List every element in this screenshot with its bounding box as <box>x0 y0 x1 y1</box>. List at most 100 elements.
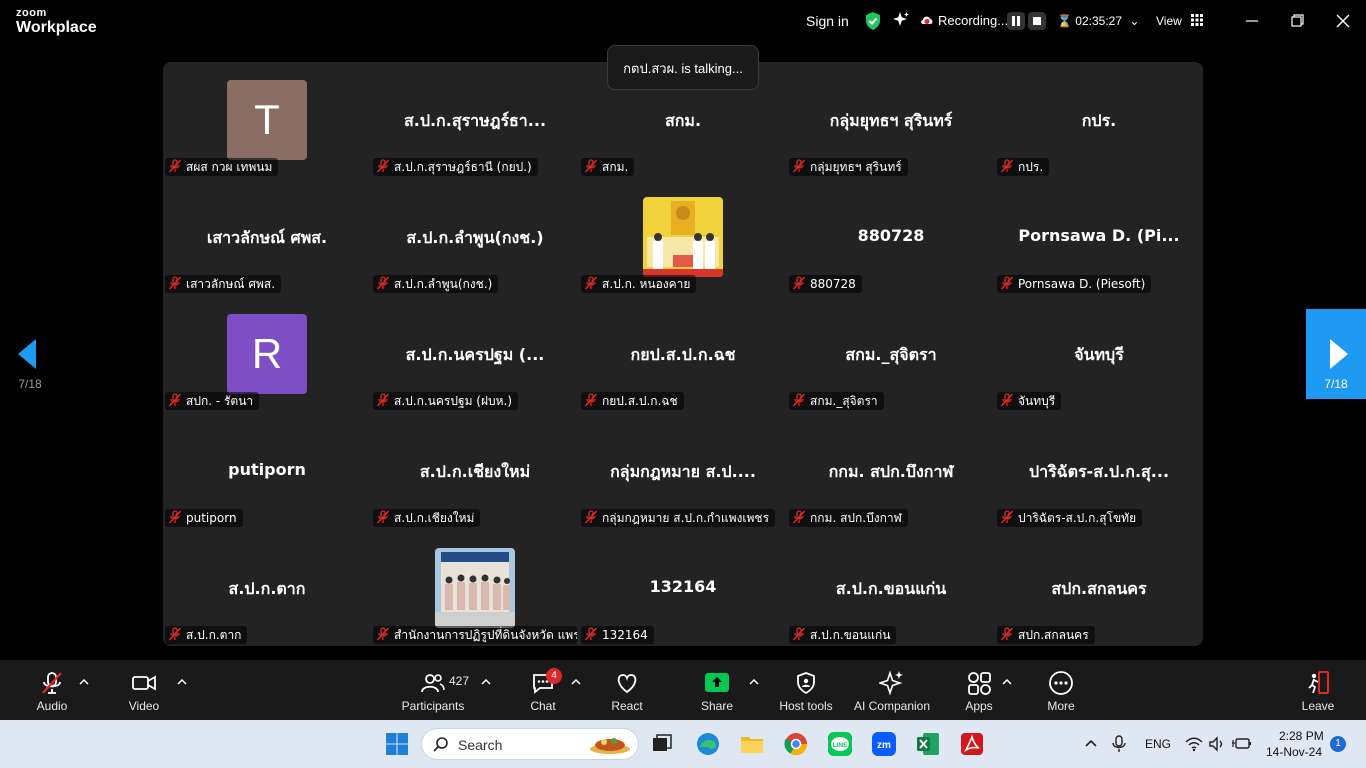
participant-tile[interactable]: ส.ป.ก. หนองคาย <box>579 179 787 296</box>
participant-name-label: putiporn <box>165 509 243 527</box>
ai-companion-button[interactable]: AI Companion <box>849 660 935 720</box>
apps-button[interactable]: Apps <box>954 660 1004 720</box>
search-placeholder: Search <box>458 737 503 753</box>
leave-button[interactable]: Leave <box>1293 660 1343 720</box>
close-icon[interactable] <box>1331 10 1355 32</box>
chat-options-chevron-icon[interactable] <box>570 676 582 688</box>
chat-button[interactable]: Chat <box>518 660 568 720</box>
sign-in-link[interactable]: Sign in <box>806 12 849 30</box>
mic-muted-icon <box>584 627 598 641</box>
zoom-app-icon[interactable]: zm <box>870 730 898 758</box>
meeting-timer[interactable]: ⌛ 02:35:27 ⌄ <box>1057 12 1139 30</box>
task-view-icon[interactable] <box>648 730 676 758</box>
input-language[interactable]: ENG <box>1145 737 1171 751</box>
page-indicator-left: 7/18 <box>18 377 42 391</box>
participant-tile[interactable]: เสาวลักษณ์ ศพส. เสาวลักษณ์ ศพส. <box>163 179 371 296</box>
next-page-button[interactable]: 7/18 <box>1306 309 1366 399</box>
participant-name-label: สำนักงานการปฏิรูปที่ดินจังหวัด แพร่ <box>373 626 577 644</box>
participant-tile[interactable]: กกม. สปก.บึงกาฬ กกม. สปก.บึงกาฬ <box>787 413 995 530</box>
acrobat-reader-icon[interactable] <box>958 730 986 758</box>
recording-status[interactable]: Recording... <box>938 12 1008 30</box>
restore-icon[interactable] <box>1285 10 1309 32</box>
taskbar-search-box[interactable]: Search <box>421 728 639 760</box>
video-button[interactable]: Video <box>119 660 169 720</box>
participant-name-text: กลุ่มกฎหมาย ส.ป.ก.กำแพงเพชร <box>602 511 770 525</box>
react-button[interactable]: React <box>602 660 652 720</box>
participant-tile[interactable]: T สผส กวผ เทพนม <box>163 62 371 179</box>
clock-date[interactable]: 14-Nov-24 <box>1266 745 1322 759</box>
arrow-right-icon <box>1330 339 1348 369</box>
participant-tile[interactable]: กปร. กปร. <box>995 62 1203 179</box>
windows-start-icon[interactable] <box>383 730 411 758</box>
participant-profile-photo <box>643 197 723 277</box>
edge-browser-icon[interactable] <box>694 730 722 758</box>
shield-check-icon[interactable] <box>864 11 882 31</box>
more-dots-icon <box>1049 671 1073 695</box>
pause-recording-button[interactable] <box>1007 12 1025 30</box>
participant-display-name: ส.ป.ก.ลำพูน(กงช.) <box>406 228 544 247</box>
participant-tile[interactable]: สกม._สุจิตรา สกม._สุจิตรา <box>787 296 995 413</box>
video-camera-icon <box>132 675 156 691</box>
stop-recording-button[interactable] <box>1028 12 1046 30</box>
participant-tile[interactable]: กยป.ส.ป.ก.ฉช กยป.ส.ป.ก.ฉช <box>579 296 787 413</box>
participant-name-text: สกม. <box>602 160 629 174</box>
ai-sparkle-icon[interactable] <box>892 11 910 29</box>
participant-name-text: เสาวลักษณ์ ศพส. <box>186 277 276 291</box>
participant-tile[interactable]: สำนักงานการปฏิรูปที่ดินจังหวัด แพร่ <box>371 530 579 646</box>
audio-button[interactable]: Audio <box>27 660 77 720</box>
apps-options-chevron-icon[interactable] <box>1001 676 1013 688</box>
mic-muted-icon <box>584 510 598 524</box>
participant-tile[interactable]: ส.ป.ก.ตาก ส.ป.ก.ตาก <box>163 530 371 646</box>
more-label: More <box>1047 699 1075 713</box>
title-bar: zoom Workplace Sign in Recording... ⌛ 02… <box>0 0 1366 44</box>
participant-display-name: กกม. สปก.บึงกาฬ <box>828 462 954 481</box>
participant-tile[interactable]: putiporn putiporn <box>163 413 371 530</box>
show-hidden-icons-chevron-icon[interactable] <box>1084 737 1098 751</box>
participant-tile[interactable]: ส.ป.ก.ขอนแก่น ส.ป.ก.ขอนแก่น <box>787 530 995 646</box>
participant-tile[interactable]: กลุ่มยุทธฯ สุรินทร์ กลุ่มยุทธฯ สุรินทร์ <box>787 62 995 179</box>
host-tools-button[interactable]: Host tools <box>772 660 840 720</box>
participant-name-text: สปก.สกลนคร <box>1018 628 1089 642</box>
participant-tile[interactable]: ส.ป.ก.เชียงใหม่ ส.ป.ก.เชียงใหม่ <box>371 413 579 530</box>
participant-tile[interactable]: สปก.สกลนคร สปก.สกลนคร <box>995 530 1203 646</box>
participant-tile[interactable]: ปาริฉัตร-ส.ป.ก.สุ... ปาริฉัตร-ส.ป.ก.สุโขท… <box>995 413 1203 530</box>
wifi-icon[interactable] <box>1185 736 1203 752</box>
mic-muted-icon <box>584 159 598 173</box>
share-screen-button[interactable]: Share <box>692 660 742 720</box>
participant-tile[interactable]: 132164 132164 <box>579 530 787 646</box>
participants-options-chevron-icon[interactable] <box>480 676 492 688</box>
notification-badge[interactable]: 1 <box>1330 736 1346 752</box>
share-options-chevron-icon[interactable] <box>748 676 760 688</box>
participant-name-label: สผส กวผ เทพนม <box>165 158 279 176</box>
participant-tile[interactable]: Pornsawa D. (Pi... Pornsawa D. (Piesoft) <box>995 179 1203 296</box>
previous-page-button[interactable]: 7/18 <box>0 309 60 399</box>
participant-tile[interactable]: 880728 880728 <box>787 179 995 296</box>
search-icon <box>433 737 448 752</box>
participant-name-text: Pornsawa D. (Piesoft) <box>1018 277 1146 291</box>
participant-name-text: กยป.ส.ป.ก.ฉช <box>602 394 678 408</box>
hourglass-icon: ⌛ <box>1057 14 1072 28</box>
apps-label: Apps <box>965 699 993 713</box>
file-explorer-icon[interactable] <box>738 730 766 758</box>
participants-button[interactable]: Participants <box>398 660 468 720</box>
participants-count: 427 <box>449 674 470 688</box>
clock-time[interactable]: 2:28 PM <box>1279 729 1324 743</box>
participant-tile[interactable]: ส.ป.ก.สุราษฎร์ธา... ส.ป.ก.สุราษฎร์ธานี (ก… <box>371 62 579 179</box>
participant-tile[interactable]: จันทบุรี จันทบุรี <box>995 296 1203 413</box>
volume-icon[interactable] <box>1208 736 1226 752</box>
view-button[interactable]: View <box>1156 12 1204 30</box>
more-button[interactable]: More <box>1036 660 1086 720</box>
audio-options-chevron-icon[interactable] <box>78 676 90 688</box>
participant-tile[interactable]: R สปก. - รัตนา <box>163 296 371 413</box>
participants-label: Participants <box>401 699 465 713</box>
chrome-browser-icon[interactable] <box>782 730 810 758</box>
video-options-chevron-icon[interactable] <box>176 676 188 688</box>
participant-tile[interactable]: ส.ป.ก.นครปฐม (... ส.ป.ก.นครปฐม (ฝบห.) <box>371 296 579 413</box>
minimize-icon[interactable] <box>1240 10 1264 32</box>
microphone-tray-icon[interactable] <box>1112 735 1126 753</box>
participant-tile[interactable]: กลุ่มกฎหมาย ส.ป.... กลุ่มกฎหมาย ส.ป.ก.กำแ… <box>579 413 787 530</box>
participant-tile[interactable]: ส.ป.ก.ลำพูน(กงช.) ส.ป.ก.ลำพูน(กงช.) <box>371 179 579 296</box>
battery-charging-icon[interactable] <box>1232 736 1252 752</box>
excel-app-icon[interactable] <box>914 730 942 758</box>
line-app-icon[interactable]: LINE <box>826 730 854 758</box>
